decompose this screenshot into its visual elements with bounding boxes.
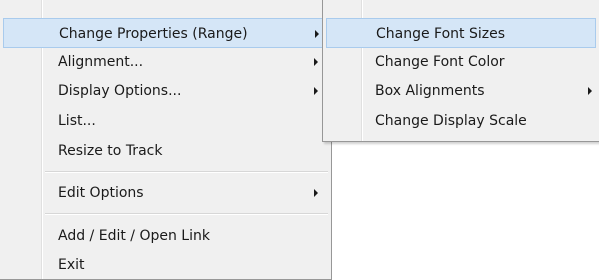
menu-item-label: Resize to Track: [58, 143, 163, 159]
submenu-item-label: Change Display Scale: [375, 113, 527, 129]
menu-item-display-options[interactable]: Display Options...: [3, 76, 328, 106]
menu-item-alignment[interactable]: Alignment...: [3, 47, 328, 77]
submenu-item-label: Box Alignments: [375, 83, 485, 99]
submenu-arrow-icon: [314, 87, 318, 95]
menu-item-list[interactable]: List...: [3, 106, 328, 136]
submenu-item-label: Change Font Color: [375, 54, 505, 70]
submenu-arrow-icon: [588, 87, 592, 95]
submenu-item-box-alignments[interactable]: Box Alignments: [326, 76, 596, 106]
menu-separator: [45, 213, 328, 215]
menu-item-resize-to-track[interactable]: Resize to Track: [3, 136, 328, 166]
menu-item-change-properties-range[interactable]: Change Properties (Range): [3, 18, 328, 48]
submenu-item-change-font-color[interactable]: Change Font Color: [326, 47, 596, 77]
menu-item-label: Edit Options: [58, 185, 144, 201]
menu-item-edit-options[interactable]: Edit Options: [3, 178, 328, 208]
menu-item-label: Add / Edit / Open Link: [58, 228, 210, 244]
menu-item-add-edit-open-link[interactable]: Add / Edit / Open Link: [3, 221, 328, 251]
menu-item-label: Exit: [58, 257, 85, 273]
submenu-arrow-icon: [315, 30, 319, 38]
submenu-item-change-display-scale[interactable]: Change Display Scale: [326, 106, 596, 136]
submenu-change-properties: Change Font Sizes Change Font Color Box …: [322, 0, 599, 142]
submenu-item-change-font-sizes[interactable]: Change Font Sizes: [326, 18, 596, 48]
menu-item-label: Alignment...: [58, 54, 144, 70]
menu-item-exit[interactable]: Exit: [3, 250, 328, 280]
menu-separator: [45, 171, 328, 173]
menu-item-label: Change Properties (Range): [59, 26, 248, 42]
submenu-arrow-icon: [314, 189, 318, 197]
screenshot-stage: Change Properties (Range) Alignment... D…: [0, 0, 599, 280]
submenu-item-label: Change Font Sizes: [376, 26, 506, 42]
context-menu: Change Properties (Range) Alignment... D…: [0, 0, 332, 280]
menu-item-label: List...: [58, 113, 96, 129]
menu-item-label: Display Options...: [58, 83, 182, 99]
submenu-arrow-icon: [314, 58, 318, 66]
